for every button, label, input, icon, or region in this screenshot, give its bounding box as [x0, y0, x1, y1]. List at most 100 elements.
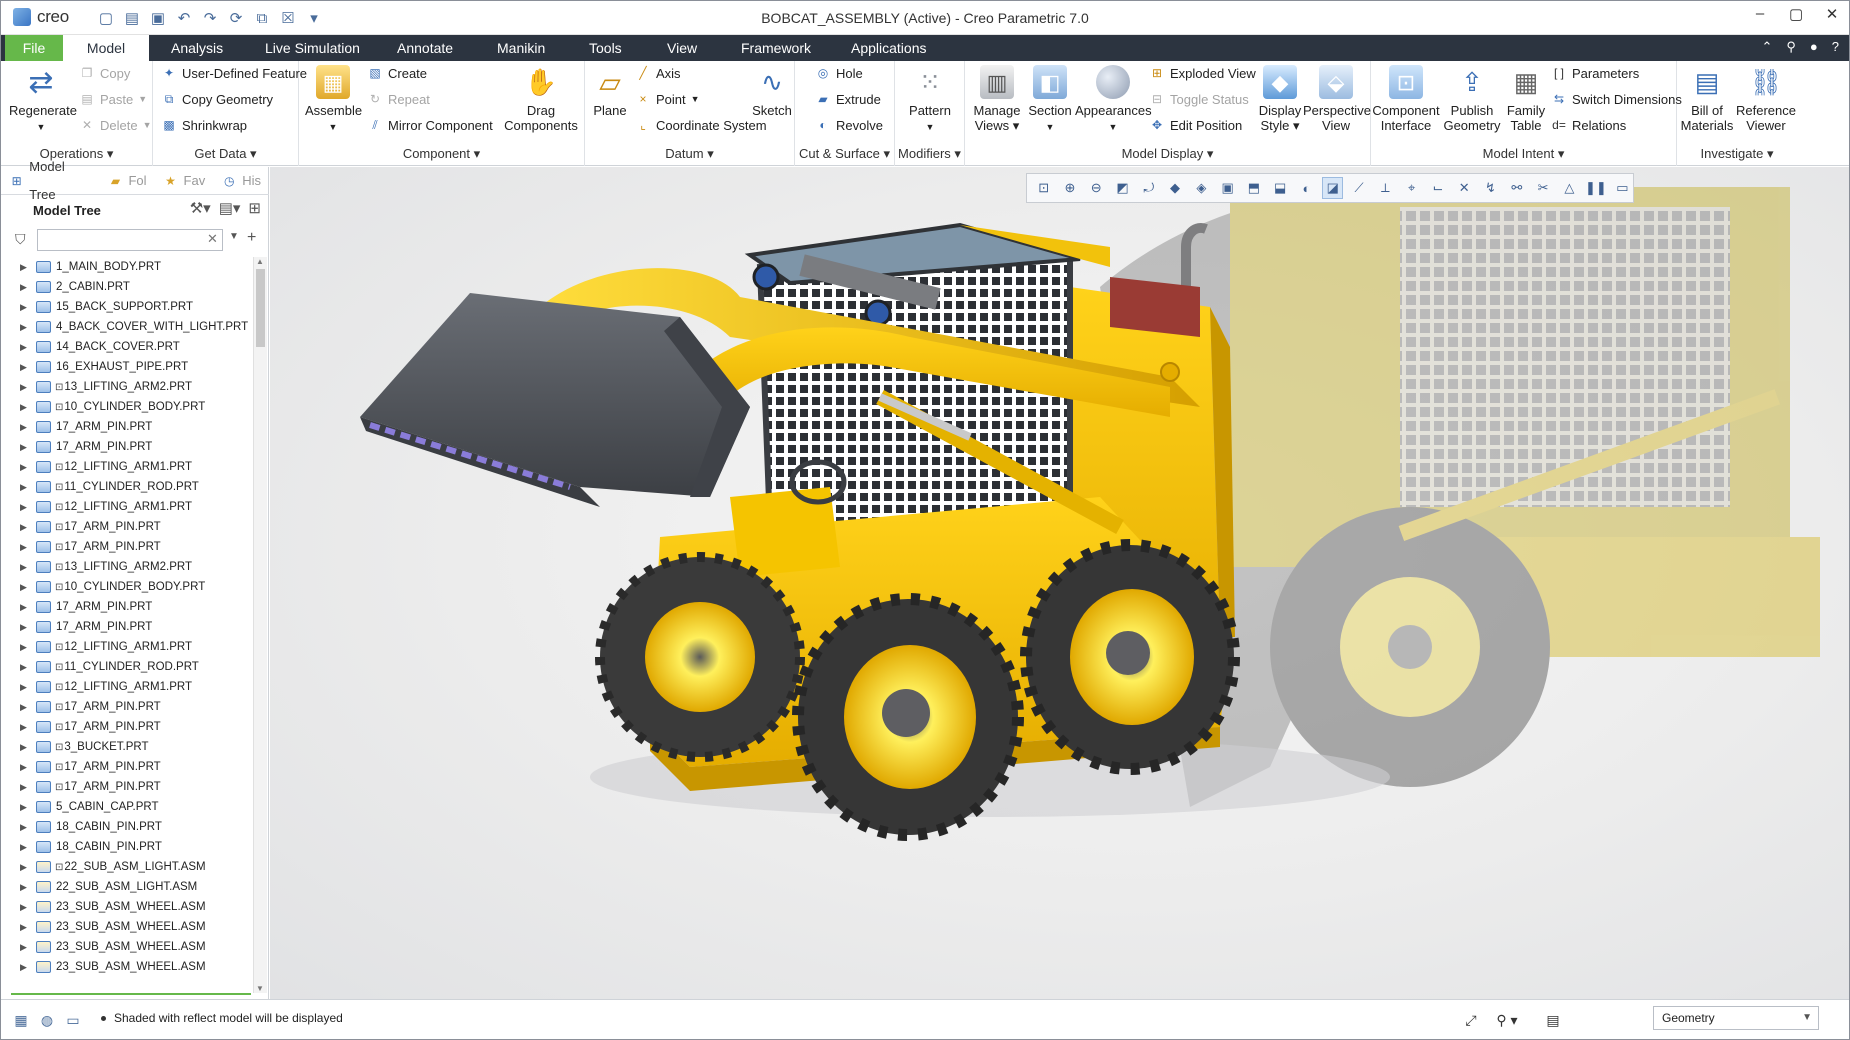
expand-arrow-icon[interactable]: ▶ [20, 942, 32, 953]
tree-item[interactable]: ▶ 15_BACK_SUPPORT.PRT [1, 297, 253, 317]
perspective-view-button[interactable]: ⬙ Perspective View [1303, 65, 1371, 133]
tree-item[interactable]: ▶ 22_SUB_ASM_LIGHT.ASM [1, 877, 253, 897]
tab-manikin[interactable]: Manikin [485, 35, 557, 61]
tree-item[interactable]: ▶ ⊡ 12_LIFTING_ARM1.PRT [1, 457, 253, 477]
user-defined-feature-button[interactable]: ✦ User-Defined Feature [161, 65, 307, 81]
drag-components-button[interactable]: ✋ Drag Components [503, 65, 579, 134]
warning-icon[interactable]: △ [1559, 177, 1580, 199]
tree-item[interactable]: ▶ 18_CABIN_PIN.PRT [1, 837, 253, 857]
expand-arrow-icon[interactable]: ▶ [20, 642, 32, 653]
tree-item[interactable]: ▶ ⊡ 22_SUB_ASM_LIGHT.ASM [1, 857, 253, 877]
minimize-icon[interactable]: – [1753, 5, 1767, 23]
expand-arrow-icon[interactable]: ▶ [20, 922, 32, 933]
expand-arrow-icon[interactable]: ▶ [20, 602, 32, 613]
family-table-button[interactable]: ▦ Family Table [1503, 65, 1549, 134]
annotation-display-icon[interactable]: ◪ [1322, 177, 1344, 199]
expand-arrow-icon[interactable]: ▶ [20, 342, 32, 353]
tree-item[interactable]: ▶ 17_ARM_PIN.PRT [1, 437, 253, 457]
tree-item[interactable]: ▶ ⊡ 10_CYLINDER_BODY.PRT [1, 397, 253, 417]
section-view-icon[interactable]: ⬓ [1270, 177, 1291, 199]
tree-item[interactable]: ▶ ⊡ 11_CYLINDER_ROD.PRT [1, 657, 253, 677]
tree-item[interactable]: ▶ ⊡ 17_ARM_PIN.PRT [1, 777, 253, 797]
tab-file[interactable]: File [5, 35, 63, 61]
coordinate-system-button[interactable]: ⌞ Coordinate System [635, 117, 766, 133]
clear-search-icon[interactable]: ✕ [207, 231, 218, 247]
datum-display-icon[interactable]: ✕ [1454, 177, 1475, 199]
toggle-navigator-icon[interactable]: ▦ [11, 1010, 31, 1030]
tab-history[interactable]: ◷ His [213, 167, 269, 195]
exploded-view-button[interactable]: ⊞ Exploded View [1149, 65, 1256, 81]
assemble-button[interactable]: ▦ Assemble ▼ [305, 65, 362, 135]
tree-item[interactable]: ▶ ⊡ 17_ARM_PIN.PRT [1, 537, 253, 557]
selection-list-icon[interactable]: ▤ [1541, 1009, 1565, 1031]
expand-arrow-icon[interactable]: ▶ [20, 582, 32, 593]
reorient-icon[interactable]: ⤾ [1138, 177, 1159, 199]
tree-item[interactable]: ▶ 5_CABIN_CAP.PRT [1, 797, 253, 817]
expand-arrow-icon[interactable]: ▶ [20, 462, 32, 473]
expand-arrow-icon[interactable]: ▶ [20, 402, 32, 413]
expand-arrow-icon[interactable]: ▶ [20, 762, 32, 773]
expand-arrow-icon[interactable]: ▶ [20, 822, 32, 833]
find-icon[interactable]: ⚲ ▾ [1489, 1009, 1525, 1031]
axis-button[interactable]: ╱ Axis [635, 65, 680, 81]
tree-item[interactable]: ▶ 18_CABIN_PIN.PRT [1, 817, 253, 837]
expand-arrow-icon[interactable]: ▶ [20, 482, 32, 493]
tree-item[interactable]: ▶ ⊡ 13_LIFTING_ARM2.PRT [1, 557, 253, 577]
switch-dimensions-button[interactable]: ⇆ Switch Dimensions [1551, 91, 1682, 107]
tree-item[interactable]: ▶ 23_SUB_ASM_WHEEL.ASM [1, 917, 253, 937]
repeat-button[interactable]: ↻ Repeat [367, 91, 430, 107]
display-style-icon[interactable]: ⬒ [1243, 177, 1264, 199]
plane-display-icon[interactable]: ⟋ [1348, 177, 1369, 199]
tree-item[interactable]: ▶ ⊡ 10_CYLINDER_BODY.PRT [1, 577, 253, 597]
expand-arrow-icon[interactable]: ▶ [20, 702, 32, 713]
expand-arrow-icon[interactable]: ▶ [20, 842, 32, 853]
tree-item[interactable]: ▶ 2_CABIN.PRT [1, 277, 253, 297]
component-label[interactable]: Component ▾ [299, 146, 584, 162]
expand-arrow-icon[interactable]: ▶ [20, 502, 32, 513]
plane-button[interactable]: ▱ Plane [589, 65, 631, 118]
expand-arrow-icon[interactable]: ▶ [20, 262, 32, 273]
reference-viewer-button[interactable]: ⛓ Reference Viewer [1735, 65, 1797, 134]
create-component-button[interactable]: ▧ Create [367, 65, 427, 81]
tab-tools[interactable]: Tools [577, 35, 634, 61]
fullscreen-icon[interactable]: ▭ [63, 1010, 83, 1030]
refit-icon[interactable]: ⊡ [1033, 177, 1054, 199]
filters-icon[interactable]: ⚯ [1506, 177, 1527, 199]
filter-dropdown-icon[interactable]: ▼ [229, 231, 239, 242]
expand-arrow-icon[interactable]: ▶ [20, 382, 32, 393]
sketch-button[interactable]: ∿ Sketch [751, 65, 793, 119]
tree-show-icon[interactable]: ▤▾ [219, 199, 241, 217]
collapse-ribbon-icon[interactable]: ⌃ [1761, 39, 1772, 55]
tab-framework[interactable]: Framework [729, 35, 823, 61]
scroll-up-icon[interactable]: ▲ [256, 257, 264, 266]
user-icon[interactable]: ● [1810, 39, 1818, 55]
cut-icon[interactable]: ✂ [1532, 177, 1553, 199]
more-icon[interactable]: ▭ [1612, 177, 1633, 199]
zoom-in-icon[interactable]: ⊕ [1059, 177, 1080, 199]
expand-arrow-icon[interactable]: ▶ [20, 542, 32, 553]
bobcat-model-render[interactable] [270, 167, 1849, 999]
tab-live-simulation[interactable]: Live Simulation [253, 35, 372, 61]
tab-analysis[interactable]: Analysis [159, 35, 235, 61]
pick-icon[interactable]: ⤢ [1459, 1009, 1483, 1031]
tab-folder-browser[interactable]: ▰ Fol [99, 167, 154, 195]
tree-item[interactable]: ▶ ⊡ 13_LIFTING_ARM2.PRT [1, 377, 253, 397]
expand-arrow-icon[interactable]: ▶ [20, 302, 32, 313]
display-style-button[interactable]: ◆ Display Style ▾ [1257, 65, 1303, 133]
maximize-icon[interactable]: ▢ [1789, 5, 1803, 23]
tree-scrollbar[interactable]: ▲ ▼ [253, 257, 267, 993]
parameters-button[interactable]: [ ] Parameters [1551, 65, 1639, 81]
saved-orientations-icon[interactable]: ◆ [1164, 177, 1185, 199]
tree-item[interactable]: ▶ ⊡ 17_ARM_PIN.PRT [1, 697, 253, 717]
datum-label[interactable]: Datum ▾ [585, 146, 794, 162]
shrinkwrap-button[interactable]: ▩ Shrinkwrap [161, 117, 247, 133]
paste-button[interactable]: ▤ Paste ▼ [79, 91, 147, 107]
tree-item[interactable]: ▶ ⊡ 3_BUCKET.PRT [1, 737, 253, 757]
tree-item[interactable]: ▶ ⊡ 12_LIFTING_ARM1.PRT [1, 677, 253, 697]
tree-columns-icon[interactable]: ⊞ [248, 199, 261, 217]
tree-item[interactable]: ▶ ⊡ 12_LIFTING_ARM1.PRT [1, 497, 253, 517]
tab-model[interactable]: Model [63, 35, 149, 61]
zoom-out-icon[interactable]: ⊖ [1086, 177, 1107, 199]
copy-geometry-button[interactable]: ⧉ Copy Geometry [161, 91, 273, 107]
copy-button[interactable]: ❐ Copy [79, 65, 131, 81]
